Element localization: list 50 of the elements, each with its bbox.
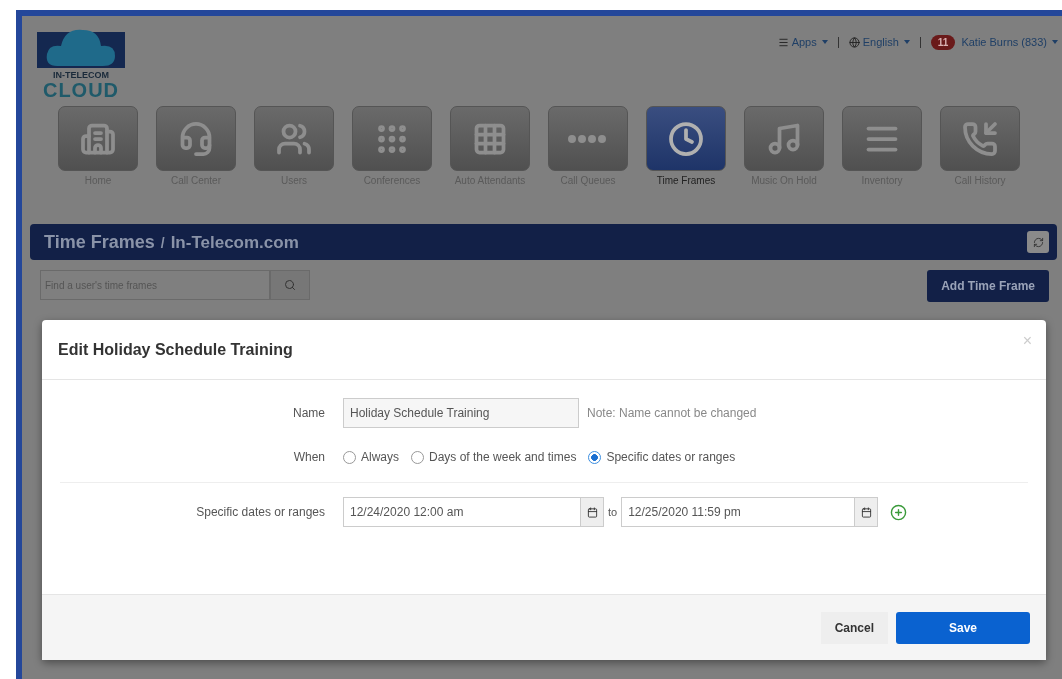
nav-tile[interactable] — [842, 106, 922, 171]
field-label: Specific dates or ranges — [195, 505, 325, 519]
notification-badge: 11 — [930, 34, 956, 50]
radio-icon[interactable] — [343, 450, 356, 464]
field-label: When — [292, 450, 325, 464]
start-date-field[interactable]: 12/24/2020 12:00 am — [343, 497, 581, 527]
phone-icon — [962, 120, 998, 157]
add-time-frame-button[interactable]: Add Time Frame — [927, 270, 1049, 302]
calendar-button[interactable] — [581, 497, 604, 527]
menu-icon — [777, 36, 789, 48]
page-title: Time Frames — [44, 231, 155, 253]
calendar-button[interactable] — [855, 497, 879, 527]
nav-tile[interactable] — [58, 106, 138, 171]
nav-tile[interactable] — [646, 106, 726, 171]
search-button[interactable] — [270, 270, 310, 300]
nav-tile[interactable] — [548, 106, 628, 171]
search-icon — [284, 279, 296, 291]
name-note: Note: Name cannot be changed — [587, 406, 757, 420]
nav-tile[interactable] — [352, 106, 432, 171]
logo-text: IN-TELECOM — [53, 70, 109, 80]
logo-text: CLOUD — [42, 80, 120, 100]
nav-tile[interactable] — [450, 106, 530, 171]
clock-icon — [668, 120, 704, 157]
radio-option[interactable]: Days of the week and times — [411, 450, 577, 464]
refresh-icon — [1032, 236, 1044, 248]
title-separator: / — [160, 234, 165, 251]
nav-label: Time Frames — [656, 175, 716, 187]
radio-icon[interactable] — [411, 450, 424, 464]
nav-tile[interactable] — [744, 106, 824, 171]
name-field[interactable]: Holiday Schedule Training — [343, 398, 579, 428]
radio-option[interactable]: Specific dates or ranges — [588, 450, 736, 464]
field-label: Name — [292, 406, 325, 420]
end-date-field[interactable]: 12/25/2020 11:59 pm — [621, 497, 856, 527]
calendar-icon — [586, 506, 598, 518]
cancel-button[interactable]: Cancel — [820, 611, 888, 644]
save-button[interactable]: Save — [896, 611, 1030, 644]
globe-icon — [848, 36, 860, 48]
add-icon[interactable] — [890, 503, 908, 521]
refresh-button[interactable] — [1027, 231, 1049, 253]
domain-name: In-Telecom.com — [170, 232, 299, 253]
dots-icon — [568, 134, 608, 143]
nav-tile[interactable] — [940, 106, 1020, 171]
nav-tile[interactable] — [254, 106, 334, 171]
calendar-icon — [860, 506, 872, 518]
nav-tile[interactable] — [156, 106, 236, 171]
dialog-title: Edit Holiday Schedule Training — [58, 340, 293, 359]
radio-option[interactable]: Always — [343, 450, 399, 464]
headset-icon — [178, 120, 214, 157]
radio-icon[interactable] — [588, 450, 602, 464]
to-label: to — [608, 506, 618, 518]
